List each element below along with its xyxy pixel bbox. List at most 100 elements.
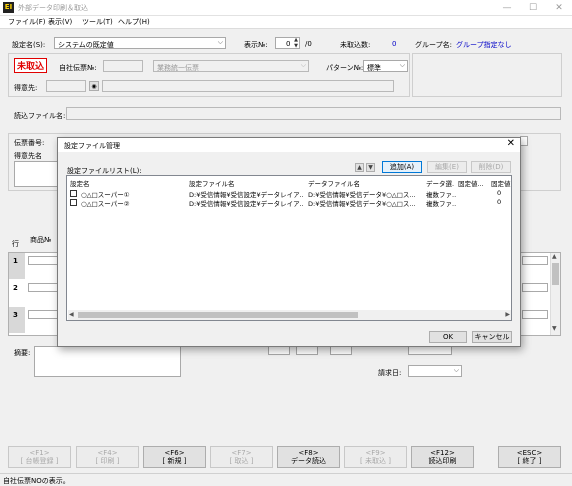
list-row[interactable]: ○△□スーパー① D:¥受信情報¥受信設定¥データレイア... D:¥受信情報¥… xyxy=(67,189,511,199)
row-cell-2: 2 xyxy=(9,280,25,306)
own-slip-field[interactable] xyxy=(103,60,143,72)
f6-label: [ 新規 ] xyxy=(162,457,187,465)
spin-icon[interactable]: ▲ ▼ xyxy=(294,37,298,49)
grid-right-field-1[interactable] xyxy=(522,256,548,265)
scroll-thumb[interactable] xyxy=(552,263,559,285)
scroll-right-icon[interactable]: ▶ xyxy=(505,311,510,318)
product-field-1[interactable] xyxy=(28,256,58,265)
list-row[interactable]: ○△□スーパー② D:¥受信情報¥受信設定¥データレイア... D:¥受信情報¥… xyxy=(67,198,511,208)
customer-name-field[interactable] xyxy=(102,80,394,92)
scroll-left-icon[interactable]: ◀ xyxy=(69,311,74,318)
column-header-data-select[interactable]: データ選... xyxy=(426,178,454,188)
display-no-stepper[interactable]: 0 ▲ ▼ xyxy=(275,37,300,49)
list-horizontal-scrollbar[interactable]: ◀ ▶ xyxy=(68,310,511,320)
row-number-3: 3 xyxy=(13,311,18,319)
grid-right-field-2[interactable] xyxy=(522,283,548,292)
f12-key: <F12> xyxy=(430,448,455,457)
row-cell-3: 3 xyxy=(9,307,25,333)
row-setting-file: D:¥受信情報¥受信設定¥データレイア... xyxy=(189,200,304,208)
window-title-bar: EI 外部データ印刷＆取込 — ☐ ✕ xyxy=(0,0,572,16)
menu-file[interactable]: ファイル(F) xyxy=(8,17,46,27)
chevron-down-icon: ⌵ xyxy=(300,61,306,69)
f12-button[interactable]: <F12> 読込印刷 xyxy=(411,446,474,468)
billing-date-label: 請求日: xyxy=(378,369,402,377)
menu-tools[interactable]: ツール(T) xyxy=(82,17,113,27)
row-checkbox[interactable] xyxy=(70,190,77,197)
close-button[interactable]: ✕ xyxy=(546,0,572,16)
esc-button[interactable]: <ESC>[ 終了 ] xyxy=(498,446,561,468)
minimize-button[interactable]: — xyxy=(494,0,520,16)
column-header-fixed-1[interactable]: 固定値... xyxy=(458,178,486,188)
cancel-button[interactable]: キャンセル xyxy=(472,331,512,343)
f1-key: <F1> xyxy=(29,448,50,457)
customer-name-field-2[interactable] xyxy=(14,161,60,187)
row-checkbox[interactable] xyxy=(70,199,77,206)
scroll-up-icon[interactable]: ▲ xyxy=(552,253,557,260)
move-up-icon[interactable]: ▲ xyxy=(355,163,364,172)
row-number-1: 1 xyxy=(13,257,18,265)
f8-button[interactable]: <F8> データ読込 xyxy=(277,446,340,468)
customer-search-button[interactable]: ◉ xyxy=(89,81,99,91)
edit-button[interactable]: 編集(E) xyxy=(427,161,467,173)
row-cell-1: 1 xyxy=(9,253,25,279)
f7-key: <F7> xyxy=(231,448,252,457)
footer-field-4[interactable] xyxy=(408,346,452,355)
chevron-down-icon: ⌵ xyxy=(217,38,223,46)
menu-help[interactable]: ヘルプ(H) xyxy=(118,17,150,27)
f8-key: <F8> xyxy=(298,448,319,457)
biz-type-select[interactable]: 業務統一伝票 ⌵ xyxy=(153,60,309,72)
status-badge: 未取込 xyxy=(14,58,48,73)
dialog-close-icon[interactable]: ✕ xyxy=(507,138,515,149)
footer-field-3[interactable] xyxy=(330,346,352,355)
row-number-2: 2 xyxy=(13,284,18,292)
column-header-setting-file[interactable]: 設定ファイル名 xyxy=(189,178,302,188)
setting-name-select[interactable]: システムの既定値 ⌵ xyxy=(54,37,226,49)
column-header-data-file[interactable]: データファイル名 xyxy=(308,178,421,188)
f1-label: [ 台帳登録 ] xyxy=(20,457,59,465)
display-no-label: 表示№: xyxy=(244,41,268,49)
f4-button[interactable]: <F4>[ 印刷 ] xyxy=(76,446,139,468)
own-slip-label: 自社伝票№: xyxy=(59,64,97,72)
setting-name-label: 設定名(S): xyxy=(12,41,46,49)
scroll-down-icon[interactable]: ▼ xyxy=(552,325,557,332)
footer-field-1[interactable] xyxy=(268,346,290,355)
f7-button[interactable]: <F7>[ 取込 ] xyxy=(210,446,273,468)
row-fixed-value: 0 xyxy=(497,189,502,197)
f4-label: [ 印刷 ] xyxy=(95,457,120,465)
f6-button[interactable]: <F6>[ 新規 ] xyxy=(143,446,206,468)
group-value: グループ指定なし xyxy=(456,41,512,49)
grid-scrollbar[interactable]: ▲ ▼ xyxy=(550,253,560,335)
footer-field-2[interactable] xyxy=(296,346,318,355)
unimported-count: 0 xyxy=(392,40,397,48)
column-header-name[interactable]: 設定名 xyxy=(70,178,90,188)
add-button[interactable]: 追加(A) xyxy=(382,161,422,173)
scroll-thumb[interactable] xyxy=(78,312,358,318)
grid-right-field-3[interactable] xyxy=(522,310,548,319)
unimported-label: 未取込数: xyxy=(340,41,371,49)
group-label: グループ名: xyxy=(415,41,452,49)
row-fixed-value: 0 xyxy=(497,198,502,206)
f1-button[interactable]: <F1>[ 台帳登録 ] xyxy=(8,446,71,468)
product-field-2[interactable] xyxy=(28,283,58,292)
maximize-button[interactable]: ☐ xyxy=(520,0,546,16)
slip-field-right[interactable] xyxy=(520,136,528,146)
read-file-field[interactable] xyxy=(66,107,561,120)
ok-button[interactable]: OK xyxy=(429,331,467,343)
row-setting-name: ○△□スーパー② xyxy=(81,200,130,208)
delete-button[interactable]: 削除(D) xyxy=(471,161,511,173)
pattern-select[interactable]: 標準 ⌵ xyxy=(363,60,408,72)
remarks-field[interactable] xyxy=(34,346,181,377)
settings-file-dialog: 設定ファイル管理 ✕ 設定ファイルリスト(L): ▲ ▼ 追加(A) 編集(E)… xyxy=(57,137,521,347)
window-title: 外部データ印刷＆取込 xyxy=(18,4,88,12)
setting-name-value: システムの既定値 xyxy=(58,41,114,49)
customer-name-label: 得意先名 xyxy=(14,152,42,160)
column-header-fixed-2[interactable]: 固定値 xyxy=(491,178,513,188)
search-icon: ◉ xyxy=(91,83,97,90)
product-field-3[interactable] xyxy=(28,310,58,319)
billing-date-picker[interactable]: ⌵ xyxy=(408,365,462,377)
menu-view[interactable]: 表示(V) xyxy=(48,17,72,27)
customer-code-field[interactable] xyxy=(46,80,86,92)
settings-file-list[interactable]: 設定名 設定ファイル名 データファイル名 データ選... 固定値... 固定値 … xyxy=(66,175,512,321)
f9-button[interactable]: <F9>[ 未取込 ] xyxy=(344,446,407,468)
move-down-icon[interactable]: ▼ xyxy=(366,163,375,172)
